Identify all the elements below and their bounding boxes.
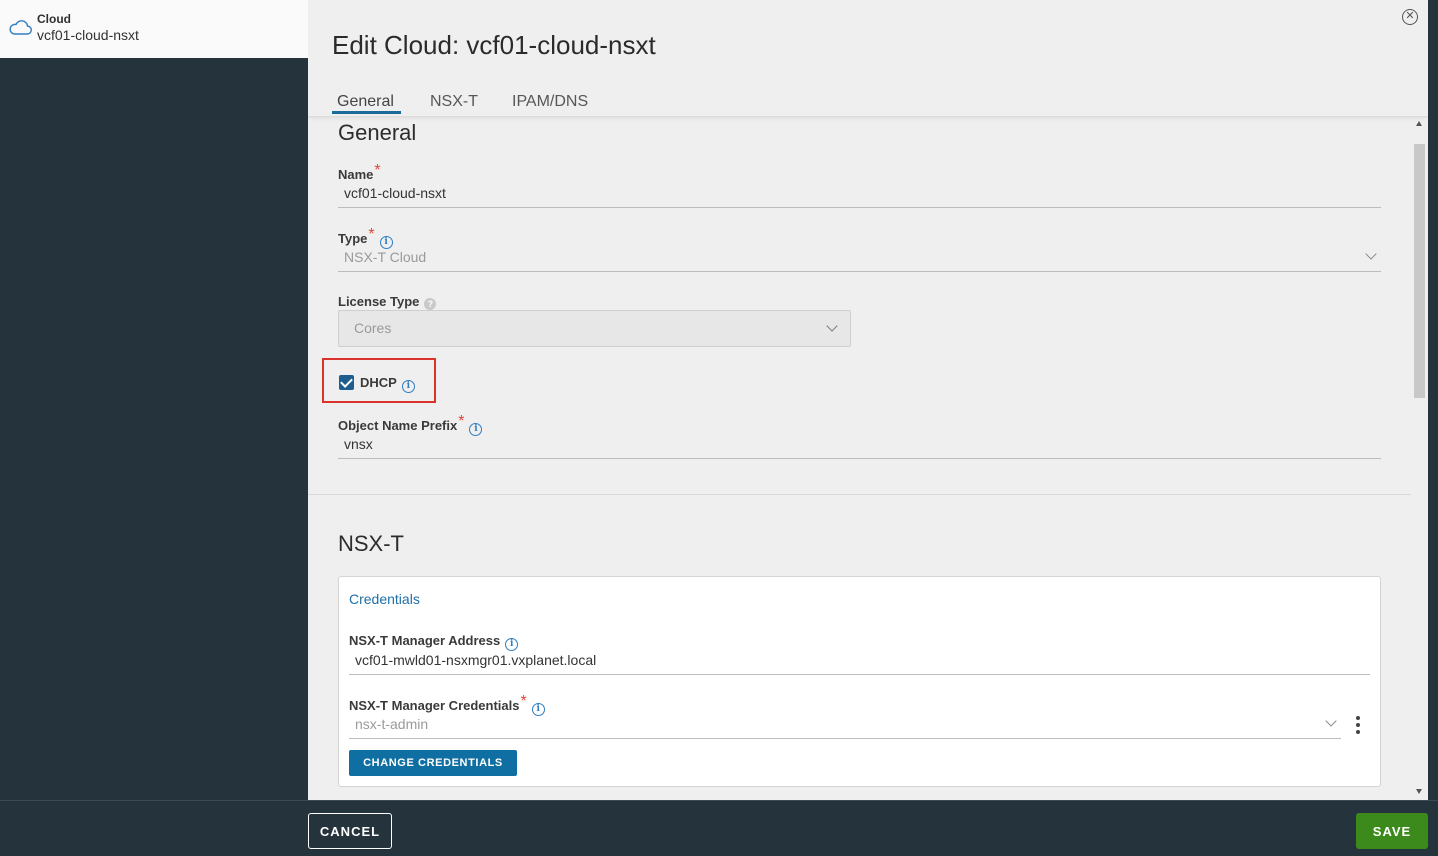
dhcp-label: DHCP i — [360, 375, 415, 393]
general-section-title: General — [338, 120, 417, 145]
object-name-prefix-input[interactable]: vnsx — [338, 433, 1381, 459]
cancel-button[interactable]: CANCEL — [308, 813, 392, 849]
scroll-down-arrow-icon[interactable] — [1416, 789, 1422, 794]
type-select-value: NSX-T Cloud — [344, 249, 427, 265]
more-options-icon[interactable] — [1355, 716, 1361, 738]
license-type-value: Cores — [354, 320, 392, 336]
tab-nsx-t[interactable]: NSX-T — [430, 93, 478, 111]
required-asterisk: * — [374, 162, 381, 179]
scrollbar[interactable] — [1411, 117, 1428, 800]
close-icon[interactable]: ✕ — [1402, 9, 1418, 25]
chevron-down-icon — [1325, 715, 1337, 727]
chevron-down-icon — [826, 320, 838, 332]
credentials-title: Credentials — [349, 591, 420, 607]
manager-address-label-text: NSX-T Manager Address — [349, 633, 501, 648]
tab-general[interactable]: General — [337, 93, 394, 111]
license-type-select[interactable]: Cores — [338, 310, 851, 347]
required-asterisk: * — [458, 413, 465, 430]
manager-address-input[interactable]: vcf01-mwld01-nsxmgr01.vxplanet.local — [349, 649, 1370, 675]
cloud-name: vcf01-cloud-nsxt — [37, 27, 139, 43]
name-input[interactable]: vcf01-cloud-nsxt — [338, 182, 1381, 208]
chevron-down-icon — [1365, 248, 1377, 260]
modal-header: Edit Cloud: vcf01-cloud-nsxt ✕ General N… — [308, 0, 1428, 117]
info-icon[interactable]: i — [401, 380, 415, 393]
save-button[interactable]: SAVE — [1356, 813, 1428, 849]
cloud-label: Cloud — [37, 12, 71, 26]
section-divider — [308, 494, 1411, 495]
scroll-up-arrow-icon[interactable] — [1416, 121, 1422, 126]
active-tab-indicator — [332, 111, 401, 114]
nsxt-section-title: NSX-T — [338, 531, 404, 556]
manager-credentials-select[interactable]: nsx-t-admin — [349, 713, 1341, 739]
kebab-dot — [1356, 716, 1360, 720]
dhcp-checkbox[interactable] — [339, 375, 354, 390]
footer-bar — [0, 800, 1438, 856]
type-select[interactable]: NSX-T Cloud — [338, 246, 1381, 272]
type-label-text: Type — [338, 231, 368, 246]
license-type-label: License Type? — [338, 294, 437, 310]
kebab-dot — [1356, 730, 1360, 734]
dhcp-label-text: DHCP — [360, 375, 397, 390]
manager-credentials-value: nsx-t-admin — [355, 716, 429, 732]
cloud-icon — [9, 20, 32, 35]
required-asterisk: * — [368, 226, 375, 243]
kebab-dot — [1356, 723, 1360, 727]
sidebar — [0, 0, 308, 800]
modal-title: Edit Cloud: vcf01-cloud-nsxt — [332, 30, 656, 60]
tab-ipam-dns[interactable]: IPAM/DNS — [512, 93, 588, 111]
help-icon[interactable]: ? — [424, 298, 437, 310]
change-credentials-button[interactable]: CHANGE CREDENTIALS — [349, 750, 517, 776]
name-label-text: Name — [338, 167, 374, 182]
required-asterisk: * — [520, 693, 527, 710]
object-name-prefix-label-text: Object Name Prefix — [338, 418, 458, 433]
manager-credentials-label-text: NSX-T Manager Credentials — [349, 698, 520, 713]
scroll-thumb[interactable] — [1414, 144, 1425, 398]
cloud-header: Cloud vcf01-cloud-nsxt — [0, 0, 308, 58]
license-type-label-text: License Type — [338, 294, 420, 309]
